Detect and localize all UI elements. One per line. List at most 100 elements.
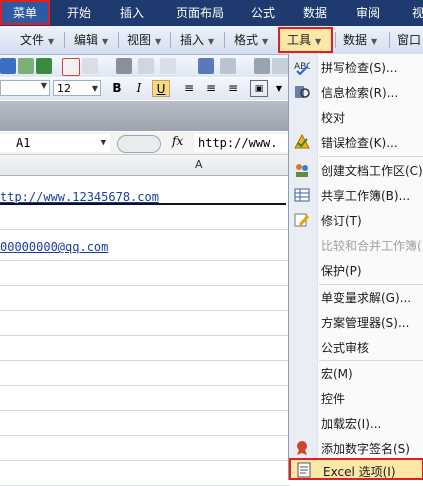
menu-item-label: 方案管理器(S)...: [321, 316, 410, 330]
error-check-icon: [294, 134, 310, 149]
ribbon-tab-bar: 菜单 开始 插入 页面布局 公式 数据 审阅 视: [0, 0, 423, 26]
table-row[interactable]: [0, 461, 290, 486]
spellcheck-icon[interactable]: [198, 58, 214, 74]
menu-item-label: 共享工作簿(B)...: [321, 189, 411, 203]
pdf-icon[interactable]: [62, 58, 80, 76]
column-header-a[interactable]: A: [195, 155, 203, 175]
menu-window-label: 窗口: [397, 33, 422, 47]
fx-icon[interactable]: fx: [172, 134, 183, 148]
menu-window[interactable]: 窗口: [397, 26, 421, 54]
standard-toolbar: [0, 55, 290, 77]
underline-button[interactable]: U: [152, 80, 170, 97]
menu-item-research[interactable]: 信息检索(R)...: [289, 80, 423, 105]
table-row[interactable]: [0, 261, 290, 286]
menu-format[interactable]: 格式 ▼: [234, 26, 268, 54]
menu-item-proofing[interactable]: 校对: [289, 105, 423, 130]
tab-insert[interactable]: 插入: [109, 0, 155, 26]
menu-item-controls[interactable]: 控件: [289, 386, 423, 411]
table-row[interactable]: [0, 311, 290, 336]
menu-item-scenario-manager[interactable]: 方案管理器(S)...: [289, 310, 423, 335]
chevron-down-icon: ▼: [91, 84, 98, 93]
italic-button[interactable]: I: [130, 80, 148, 97]
menu-item-macro[interactable]: 宏(M): [289, 361, 423, 386]
chevron-down-icon: ▼: [48, 37, 55, 46]
font-size-value: 12: [57, 82, 71, 95]
tab-page-layout[interactable]: 页面布局: [160, 0, 240, 26]
menu-item-protect[interactable]: 保护(P): [289, 258, 423, 283]
research-icon[interactable]: [160, 58, 176, 74]
menu-item-label: 创建文档工作区(C): [321, 164, 423, 178]
save-icon[interactable]: [0, 58, 16, 74]
tab-review[interactable]: 审阅: [345, 0, 391, 26]
worksheet-grid[interactable]: ttp://www.12345678.com 00000000@qq.com: [0, 176, 290, 486]
table-row[interactable]: [0, 361, 290, 386]
chevron-down-icon[interactable]: ▼: [270, 80, 288, 97]
menu-tools[interactable]: 工具 ▼: [287, 26, 321, 54]
align-right-icon[interactable]: ≡: [224, 80, 242, 97]
menu-item-label: 单变量求解(G)...: [321, 291, 412, 305]
tab-data[interactable]: 数据: [292, 0, 338, 26]
name-box[interactable]: A1 ▼: [0, 134, 110, 152]
menu-file[interactable]: 文件 ▼: [20, 26, 54, 54]
menu-item-share-workbook[interactable]: 共享工作簿(B)...: [289, 183, 423, 208]
tab-formulas[interactable]: 公式: [243, 0, 283, 26]
print-preview-icon[interactable]: [138, 58, 154, 74]
menu-item-goal-seek[interactable]: 单变量求解(G)...: [289, 285, 423, 310]
menu-item-add-ins[interactable]: 加载宏(I)...: [289, 411, 423, 436]
excel-icon[interactable]: [36, 58, 52, 74]
menu-item-label: 保护(P): [321, 264, 362, 278]
cut-icon[interactable]: [254, 58, 270, 74]
cell-link[interactable]: 00000000@qq.com: [0, 240, 108, 254]
chevron-down-icon: ▼: [315, 37, 322, 46]
table-row[interactable]: 00000000@qq.com: [0, 230, 290, 261]
tab-view[interactable]: 视: [398, 0, 423, 26]
permission-icon[interactable]: [82, 58, 98, 74]
table-row[interactable]: [0, 205, 290, 230]
cell-link[interactable]: ttp://www.12345678.com: [0, 190, 159, 204]
formula-input[interactable]: http://www.: [194, 134, 290, 152]
font-name-select[interactable]: ▼: [0, 80, 50, 96]
menu-item-error-check[interactable]: 错误检查(K)...: [289, 130, 423, 155]
menu-insert[interactable]: 插入 ▼: [180, 26, 214, 54]
menu-item-excel-options[interactable]: Excel 选项(I): [289, 458, 423, 480]
research-book-icon[interactable]: [220, 58, 236, 74]
menu-item-spellcheck[interactable]: ABC 拼写检查(S)...: [289, 55, 423, 80]
menu-item-label: Excel 选项(I): [323, 465, 396, 479]
copy-icon[interactable]: [272, 58, 288, 74]
menu-edit[interactable]: 编辑 ▼: [74, 26, 108, 54]
menu-item-compare-merge: 比较和合并工作簿(: [289, 233, 423, 258]
email-icon[interactable]: [18, 58, 34, 74]
table-row[interactable]: [0, 411, 290, 436]
menu-item-label: 比较和合并工作簿(: [321, 239, 422, 253]
table-row[interactable]: ttp://www.12345678.com: [0, 176, 290, 205]
chevron-down-icon: ▼: [102, 37, 109, 46]
bold-button[interactable]: B: [108, 80, 126, 97]
menu-item-track-changes[interactable]: 修订(T): [289, 208, 423, 233]
name-box-value: A1: [16, 136, 31, 150]
align-center-icon[interactable]: ≡: [202, 80, 220, 97]
merge-center-icon[interactable]: ▣: [250, 80, 268, 97]
menu-view[interactable]: 视图 ▼: [127, 26, 161, 54]
spellcheck-icon: ABC: [294, 62, 310, 75]
table-row[interactable]: [0, 386, 290, 411]
menu-item-label: 校对: [321, 111, 346, 125]
menu-item-formula-auditing[interactable]: 公式审核: [289, 335, 423, 360]
menu-item-label: 公式审核: [321, 341, 370, 355]
menu-divider: [224, 32, 225, 48]
menu-item-label: 错误检查(K)...: [321, 136, 398, 150]
menu-item-label: 添加数字签名(S): [321, 442, 410, 456]
menu-data[interactable]: 数据 ▼: [343, 26, 377, 54]
menu-divider: [118, 32, 119, 48]
tab-home[interactable]: 开始: [54, 0, 104, 26]
align-left-icon[interactable]: ≡: [180, 80, 198, 97]
table-row[interactable]: [0, 336, 290, 361]
table-row[interactable]: [0, 286, 290, 311]
tab-menu[interactable]: 菜单: [0, 0, 50, 26]
menu-item-create-workspace[interactable]: 创建文档工作区(C): [289, 158, 423, 183]
options-icon: [297, 462, 311, 478]
print-icon[interactable]: [116, 58, 132, 74]
chevron-down-icon: ▼: [262, 37, 269, 46]
font-size-select[interactable]: 12 ▼: [53, 80, 101, 96]
formula-buttons[interactable]: [117, 135, 161, 153]
table-row[interactable]: [0, 436, 290, 461]
